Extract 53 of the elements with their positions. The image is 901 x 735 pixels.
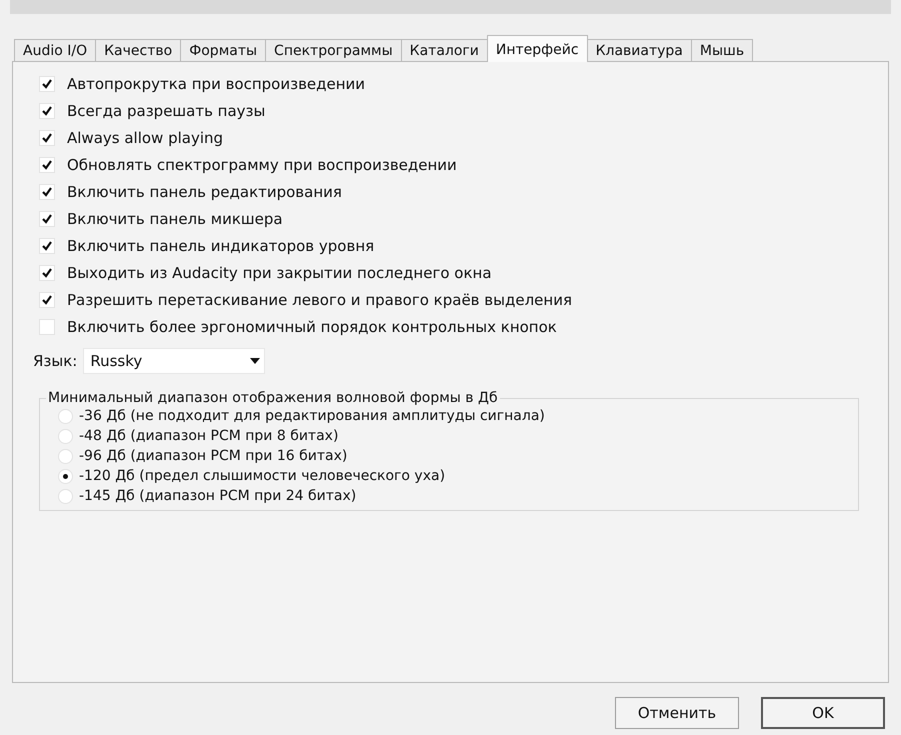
- radio-button[interactable]: [58, 428, 73, 444]
- tab[interactable]: Спектрограммы: [265, 39, 402, 61]
- radio-button[interactable]: [58, 448, 73, 464]
- checkmark-icon: [41, 186, 53, 198]
- checkbox[interactable]: [39, 292, 55, 308]
- checkbox-label: Включить более эргономичный порядок контрольных кнопок: [67, 318, 557, 336]
- checkbox-label: Разрешить перетаскивание левого и правого краёв выделения: [67, 290, 572, 308]
- language-label: Язык:: [33, 352, 78, 370]
- checkmark-icon: [41, 212, 53, 224]
- language-dropdown[interactable]: Russky: [83, 348, 266, 374]
- radio-label: -48 Дб (диапазон PCM при 8 битах): [79, 428, 338, 444]
- checkmark-icon: [41, 104, 53, 116]
- checkbox-label: Обновлять спектрограмму при воспроизведении: [67, 156, 457, 174]
- checkbox-label: Выходить из Audacity при закрытии последнего окна: [67, 264, 492, 282]
- radio-button[interactable]: [58, 408, 73, 424]
- checkbox-label: Включить панель микшера: [67, 210, 283, 228]
- checkbox-label: Автопрокрутка при воспроизведении: [67, 74, 366, 92]
- radio-label: -120 Дб (предел слышимости человеческого уха): [79, 468, 446, 484]
- checkbox[interactable]: [39, 318, 55, 334]
- checkbox-label: Включить панель индикаторов уровня: [67, 236, 374, 254]
- checkbox[interactable]: [39, 76, 55, 92]
- radio-label: -36 Дб (не подходит для редактирования амплитуды сигнала): [79, 408, 545, 424]
- checkbox-label: Включить панель редактирования: [67, 182, 342, 200]
- tab[interactable]: Мышь: [690, 39, 754, 61]
- tab[interactable]: Каталоги: [400, 39, 488, 61]
- checkmark-icon: [41, 132, 53, 144]
- tab[interactable]: Качество: [95, 39, 182, 61]
- radio-button[interactable]: [58, 468, 73, 484]
- checkbox[interactable]: [39, 102, 55, 118]
- cancel-button[interactable]: Отменить: [615, 697, 739, 729]
- checkbox[interactable]: [39, 210, 55, 226]
- checkmark-icon: [41, 78, 53, 90]
- tab[interactable]: Клавиатура: [586, 39, 692, 61]
- radio-button[interactable]: [58, 488, 73, 504]
- radio-label: -145 Дб (диапазон PCM при 24 битах): [79, 488, 356, 504]
- tab[interactable]: Форматы: [180, 39, 266, 61]
- checkbox-label: Always allow playing: [67, 128, 224, 146]
- checkbox-label: Всегда разрешать паузы: [67, 102, 266, 120]
- checkbox[interactable]: [39, 130, 55, 146]
- checkmark-icon: [41, 240, 53, 252]
- radio-label: -96 Дб (диапазон PCM при 16 битах): [79, 448, 348, 464]
- checkbox[interactable]: [39, 156, 55, 172]
- group-title: Минимальный диапазон отображения волновой формы в Дб: [47, 390, 499, 406]
- checkbox[interactable]: [39, 264, 55, 280]
- checkmark-icon: [41, 294, 53, 306]
- tab[interactable]: Audio I/O: [14, 39, 96, 61]
- checkmark-icon: [41, 266, 53, 278]
- checkbox[interactable]: [39, 184, 55, 200]
- ok-button[interactable]: OK: [761, 697, 885, 729]
- checkmark-icon: [41, 158, 53, 170]
- caret-icon: [250, 358, 260, 364]
- checkbox[interactable]: [39, 238, 55, 254]
- tab[interactable]: Интерфейс: [486, 35, 588, 62]
